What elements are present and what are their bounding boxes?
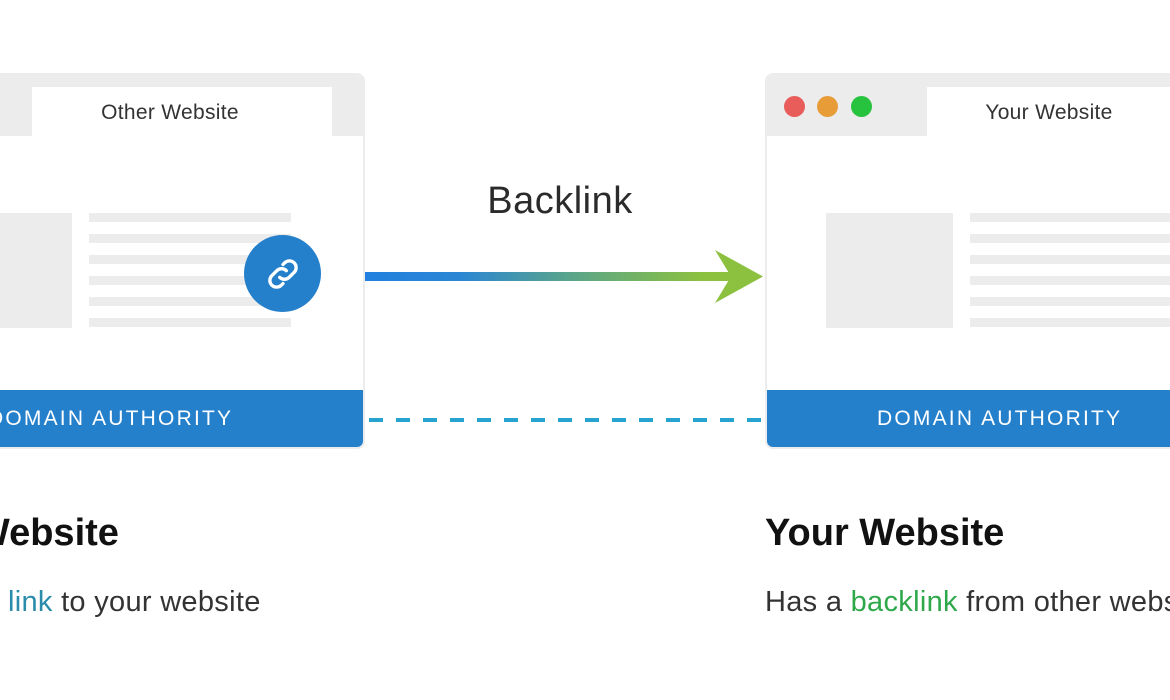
other-website-window: Other Website DOMAIN AUTHORITY bbox=[0, 73, 365, 449]
browser-tab[interactable]: Other Website bbox=[32, 87, 332, 137]
browser-tab[interactable]: Your Website bbox=[927, 87, 1170, 137]
text-line-placeholder bbox=[89, 213, 291, 222]
link-highlight: link bbox=[8, 586, 53, 618]
domain-authority-dashed-line bbox=[369, 418, 765, 422]
link-icon bbox=[267, 258, 298, 289]
text-line-placeholder bbox=[970, 318, 1170, 327]
page-content bbox=[0, 136, 363, 390]
backlink-highlight: backlink bbox=[850, 586, 958, 618]
image-placeholder bbox=[0, 213, 72, 328]
backlink-label: Backlink bbox=[487, 180, 633, 222]
desc-suffix: from other websites bbox=[966, 586, 1170, 618]
tab-label: Other Website bbox=[101, 101, 239, 124]
other-website-heading: Other Website bbox=[0, 512, 119, 554]
image-placeholder bbox=[826, 213, 953, 328]
page-content bbox=[767, 136, 1170, 390]
domain-authority-band: DOMAIN AUTHORITY bbox=[0, 390, 363, 447]
text-line-placeholder bbox=[89, 318, 291, 327]
desc-suffix: to your website bbox=[52, 586, 261, 618]
arrow-shaft bbox=[365, 272, 740, 281]
your-website-description: Has a backlink from other websites bbox=[765, 586, 1170, 619]
close-window-button[interactable] bbox=[784, 96, 805, 117]
backlink-arrow bbox=[365, 250, 763, 303]
desc-prefix: Has a bbox=[765, 586, 851, 618]
domain-authority-band: DOMAIN AUTHORITY bbox=[767, 390, 1170, 447]
text-line-placeholder bbox=[970, 234, 1170, 243]
text-line-placeholder bbox=[970, 213, 1170, 222]
other-website-description: Contains a link to your website bbox=[0, 586, 261, 619]
desc-prefix: Contains a bbox=[0, 586, 8, 618]
your-website-heading: Your Website bbox=[765, 512, 1005, 554]
tab-label: Your Website bbox=[985, 101, 1113, 124]
text-line-placeholder bbox=[970, 297, 1170, 306]
minimize-window-button[interactable] bbox=[817, 96, 838, 117]
link-badge[interactable] bbox=[244, 235, 321, 312]
maximize-window-button[interactable] bbox=[851, 96, 872, 117]
text-line-placeholder bbox=[970, 255, 1170, 264]
text-line-placeholder bbox=[970, 276, 1170, 285]
your-website-window: Your Website DOMAIN AUTHORITY bbox=[765, 73, 1170, 449]
